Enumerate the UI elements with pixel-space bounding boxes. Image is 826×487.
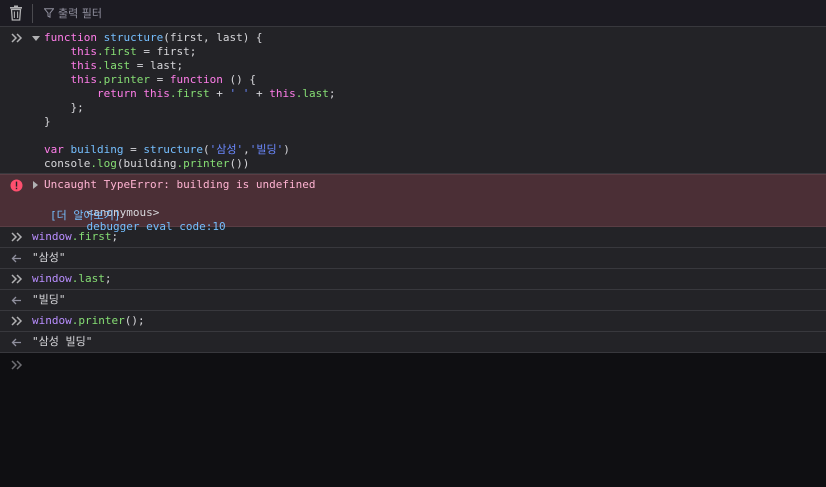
console-result-entry: "삼성": [0, 248, 826, 269]
code-token: this: [143, 87, 170, 100]
prompt-chevron-icon: [11, 360, 23, 370]
code-token: this: [269, 87, 296, 100]
code-token: };: [44, 101, 84, 114]
input-code: window.last;: [32, 272, 112, 286]
code-token: (building: [116, 157, 177, 170]
collapse-triangle-icon[interactable]: [32, 36, 40, 42]
trash-icon[interactable]: [9, 5, 23, 21]
code-token: .printer: [71, 314, 125, 327]
code-token: .first: [96, 45, 137, 58]
code-token: +: [249, 87, 270, 100]
code-token: .printer: [176, 157, 230, 170]
code-token: structure: [103, 31, 164, 44]
code-token: window: [32, 272, 72, 285]
code-line: }: [44, 115, 51, 129]
filter-output-input[interactable]: 출력 필터: [44, 5, 102, 21]
code-token: ;: [328, 87, 336, 100]
code-line: function structure(first, last) {: [44, 31, 263, 45]
code-token: '빌딩': [249, 143, 284, 156]
code-token: function: [44, 31, 104, 44]
code-token: (: [202, 143, 210, 156]
console-input-entry[interactable]: window.last;: [0, 269, 826, 290]
filter-icon: [44, 8, 54, 18]
prompt-chevron-icon: [11, 274, 23, 284]
code-line: };: [44, 101, 84, 115]
code-token: ();: [124, 314, 145, 327]
code-token: ()): [229, 157, 250, 170]
console-input-entry[interactable]: window.printer();: [0, 311, 826, 332]
error-text: Uncaught TypeError: building is undefine…: [44, 178, 316, 191]
console-input-code[interactable]: function structure(first, last) { this.f…: [0, 28, 826, 174]
code-token: +: [209, 87, 230, 100]
code-token: this: [44, 45, 97, 58]
code-token: building: [70, 143, 124, 156]
learn-more-link[interactable]: [더 알아보기]: [50, 209, 120, 223]
code-token: return: [44, 87, 144, 100]
code-line: var building = structure('삼성','빌딩'): [44, 143, 290, 157]
code-token: ;: [111, 230, 119, 243]
code-token: '삼성': [209, 143, 244, 156]
code-token: = last;: [130, 59, 184, 72]
prompt-chevron-icon: [11, 232, 23, 242]
code-token: = first;: [136, 45, 197, 58]
code-token: this: [44, 73, 97, 86]
console-toolbar: 출력 필터: [0, 0, 826, 27]
code-token: var: [44, 143, 71, 156]
code-token: window: [32, 314, 72, 327]
code-line: this.last = last;: [44, 59, 183, 73]
code-token: .last: [71, 272, 105, 285]
code-token: ): [283, 143, 290, 156]
result-value: "삼성 빌딩": [32, 335, 93, 348]
input-code: window.printer();: [32, 314, 145, 328]
code-line: this.first = first;: [44, 45, 196, 59]
code-token: }: [44, 115, 51, 128]
result-value: "삼성": [32, 251, 66, 264]
filter-placeholder: 출력 필터: [58, 7, 102, 20]
prompt-chevron-icon: [11, 316, 23, 326]
expand-triangle-icon[interactable]: [33, 181, 39, 189]
code-token: ' ': [229, 87, 250, 100]
result-arrow-icon: [11, 254, 21, 263]
code-token: function: [169, 73, 223, 86]
toolbar-separator: [32, 4, 33, 23]
code-token: .log: [90, 157, 117, 170]
code-line: return this.first + ' ' + this.last;: [44, 87, 336, 101]
code-token: () {: [222, 73, 256, 86]
error-message: Uncaught TypeError: building is undefine…: [0, 174, 826, 233]
console-input[interactable]: [0, 353, 826, 487]
code-token: (first, last) {: [163, 31, 263, 44]
code-token: .first: [71, 230, 112, 243]
error-icon: [10, 179, 23, 192]
code-token: .printer: [96, 73, 150, 86]
code-token: console: [44, 157, 91, 170]
result-arrow-icon: [11, 338, 21, 347]
code-line: this.printer = function () {: [44, 73, 256, 87]
code-token: structure: [143, 143, 203, 156]
code-token: .first: [169, 87, 210, 100]
console-result-entry: "삼성 빌딩": [0, 332, 826, 353]
result-arrow-icon: [11, 296, 21, 305]
code-token: =: [149, 73, 170, 86]
code-token: .last: [96, 59, 131, 72]
code-token: =: [123, 143, 144, 156]
code-token: .last: [295, 87, 329, 100]
console-result-entry: "빌딩": [0, 290, 826, 311]
code-token: this: [44, 59, 97, 72]
code-token: ;: [104, 272, 112, 285]
result-value: "빌딩": [32, 293, 66, 306]
code-token: ,: [243, 143, 250, 156]
prompt-chevron-icon: [11, 33, 23, 43]
console-input-entry[interactable]: window.first;: [0, 227, 826, 248]
input-code: window.first;: [32, 230, 118, 244]
code-line: console.log(building.printer()): [44, 157, 249, 171]
code-token: window: [32, 230, 72, 243]
